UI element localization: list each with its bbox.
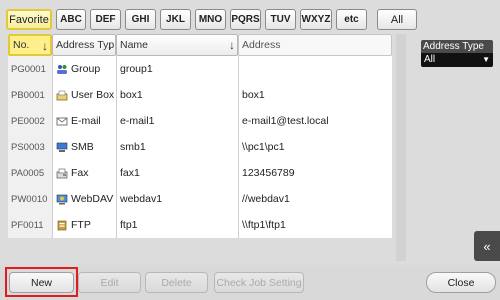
sort-down-arrow-icon: ↓ (42, 39, 48, 53)
tab-mno[interactable]: MNO (195, 9, 226, 30)
smb-icon (56, 142, 68, 153)
sort-by-type-header[interactable]: Address Typ ↓ (52, 34, 116, 56)
address-type-filter-label: Address Type (421, 40, 493, 53)
row-number: PA0005 (8, 160, 52, 186)
sort-down-arrow-icon: ↓ (107, 38, 113, 52)
tab-tuv[interactable]: TUV (265, 9, 296, 30)
double-left-arrow-icon: « (483, 238, 491, 254)
row-number: PF0011 (8, 212, 52, 238)
row-type-label: User Box (71, 89, 115, 101)
row-type: Group (52, 56, 116, 82)
sort-by-name-header[interactable]: Name ↓ (116, 34, 238, 56)
table-scrollbar[interactable] (396, 34, 406, 261)
table-row[interactable]: PE0002 E-mail e-mail1 e-mail1@test.local (8, 108, 392, 134)
row-type: E-mail (52, 108, 116, 134)
table-header: No. ↓ Address Typ ↓ Name ↓ Address (8, 34, 392, 56)
row-type: User Box (52, 82, 116, 108)
row-number: PG0001 (8, 56, 52, 82)
header-name-label: Name (120, 39, 149, 51)
row-address: 123456789 (238, 160, 392, 186)
row-type-label: FTP (71, 219, 91, 231)
tab-all[interactable]: All (377, 9, 417, 30)
collapse-panel-button[interactable]: « (474, 231, 500, 261)
header-address-label: Address (242, 39, 281, 51)
table-row[interactable]: PA0005 Fax fax1 123456789 (8, 160, 392, 186)
dropdown-arrow-icon: ▼ (482, 55, 490, 64)
row-number: PS0003 (8, 134, 52, 160)
group-icon (56, 64, 68, 75)
address-header: Address (238, 34, 392, 56)
row-address: box1 (238, 82, 392, 108)
row-type: Fax (52, 160, 116, 186)
address-type-dropdown[interactable]: All ▼ (421, 53, 493, 67)
sort-down-arrow-icon: ↓ (229, 38, 235, 52)
tab-wxyz[interactable]: WXYZ (300, 9, 332, 30)
address-table: No. ↓ Address Typ ↓ Name ↓ Address PG000… (8, 34, 392, 238)
row-name: box1 (116, 82, 238, 108)
email-icon (56, 116, 68, 127)
row-name: smb1 (116, 134, 238, 160)
row-name: e-mail1 (116, 108, 238, 134)
fax-icon (56, 168, 68, 179)
row-address: \\ftp1\ftp1 (238, 212, 392, 238)
row-address: e-mail1@test.local (238, 108, 392, 134)
row-name: group1 (116, 56, 238, 82)
tab-etc[interactable]: etc (336, 9, 367, 30)
header-type-label: Address Typ (56, 39, 115, 51)
row-name: ftp1 (116, 212, 238, 238)
row-type-label: WebDAV (71, 193, 114, 205)
row-type: FTP (52, 212, 116, 238)
table-row[interactable]: PS0003 SMB smb1 \\pc1\pc1 (8, 134, 392, 160)
address-book-screen: Favorite ABC DEF GHI JKL MNO PQRS TUV WX… (0, 0, 500, 300)
new-button[interactable]: New (9, 272, 74, 293)
row-type-label: Fax (71, 167, 89, 179)
row-type: WebDAV (52, 186, 116, 212)
index-tab-bar: Favorite ABC DEF GHI JKL MNO PQRS TUV WX… (6, 9, 417, 31)
tab-pqrs[interactable]: PQRS (230, 9, 261, 30)
address-type-value: All (424, 54, 436, 65)
tab-jkl[interactable]: JKL (160, 9, 191, 30)
close-button[interactable]: Close (426, 272, 496, 293)
webdav-icon (56, 194, 68, 205)
table-row[interactable]: PB0001 User Box box1 box1 (8, 82, 392, 108)
user-box-icon (56, 90, 68, 101)
tab-favorite[interactable]: Favorite (6, 9, 52, 30)
tab-def[interactable]: DEF (90, 9, 121, 30)
row-address: //webdav1 (238, 186, 392, 212)
row-address (238, 56, 392, 82)
ftp-icon (56, 220, 68, 231)
row-name: fax1 (116, 160, 238, 186)
tab-ghi[interactable]: GHI (125, 9, 156, 30)
row-type: SMB (52, 134, 116, 160)
row-number: PW0010 (8, 186, 52, 212)
header-no-label: No. (13, 39, 30, 51)
row-address: \\pc1\pc1 (238, 134, 392, 160)
delete-button[interactable]: Delete (145, 272, 208, 293)
table-row[interactable]: PG0001 Group group1 (8, 56, 392, 82)
table-row[interactable]: PW0010 WebDAV webdav1 //webdav1 (8, 186, 392, 212)
edit-button[interactable]: Edit (78, 272, 141, 293)
row-type-label: SMB (71, 141, 94, 153)
table-row[interactable]: PF0011 FTP ftp1 \\ftp1\ftp1 (8, 212, 392, 238)
row-name: webdav1 (116, 186, 238, 212)
row-type-label: Group (71, 63, 101, 75)
row-type-label: E-mail (71, 115, 101, 127)
tab-abc[interactable]: ABC (56, 9, 86, 30)
row-number: PB0001 (8, 82, 52, 108)
row-number: PE0002 (8, 108, 52, 134)
check-job-setting-button[interactable]: Check Job Setting (214, 272, 304, 293)
sort-by-number-header[interactable]: No. ↓ (8, 34, 52, 56)
